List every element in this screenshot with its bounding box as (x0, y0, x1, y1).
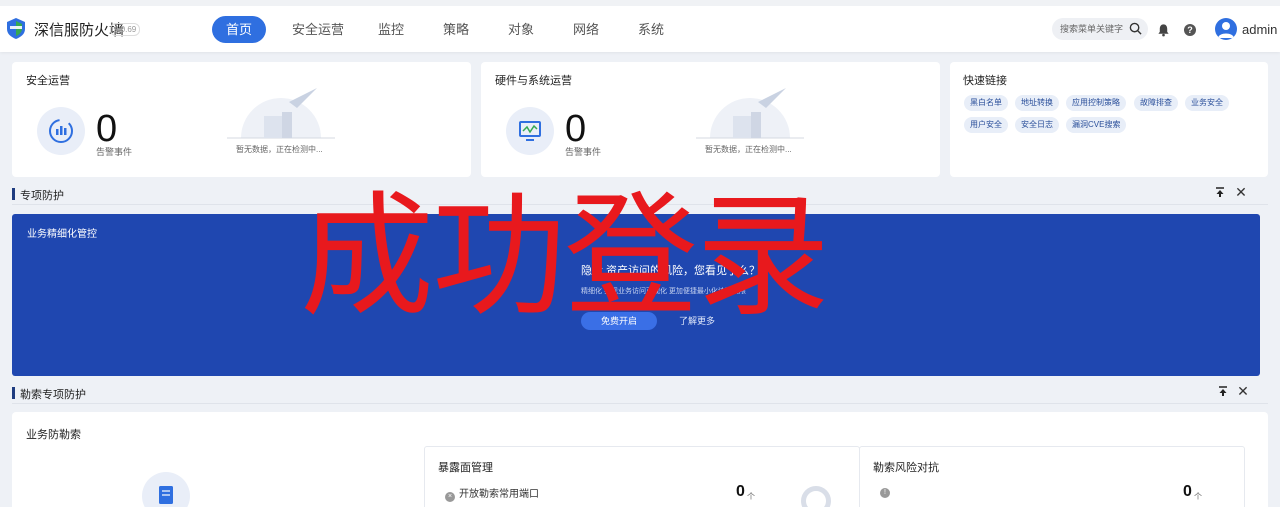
quick-link-business-security[interactable]: 业务安全 (1185, 95, 1229, 111)
risk-panel: 勒索风险对抗 ! 0 个 (859, 446, 1245, 507)
row-label: 开放勒索常用端口 (459, 489, 539, 500)
version-badge: 8.0.69 (110, 23, 141, 36)
section-marker (12, 188, 15, 200)
quick-link-app-control[interactable]: 应用控制策略 (1066, 95, 1126, 111)
section-marker (12, 387, 15, 399)
risk-count: 0 (1183, 483, 1192, 500)
pin-top-icon[interactable] (1216, 385, 1230, 399)
ransomware-card: 业务防勒索 暴露面管理 × 开放勒索常用端口 0 个 勒索风险对抗 ! 0 个 (12, 412, 1268, 507)
help-icon[interactable]: ? (1184, 24, 1196, 36)
quick-link-security-log[interactable]: 安全日志 (1015, 117, 1059, 133)
section-title: 专项防护 (20, 190, 64, 202)
exposure-unit: 个 (747, 492, 755, 501)
alert-label: 告警事件 (565, 147, 602, 157)
top-bar: 深信服防火墙 8.0.69 首页 安全运营 监控 策略 对象 网络 系统 搜索菜… (0, 0, 1280, 52)
risk-unit: 个 (1194, 492, 1202, 501)
nav-system[interactable]: 系统 (638, 16, 664, 43)
empty-illustration (227, 88, 335, 139)
close-icon[interactable]: ✕ (1236, 383, 1250, 399)
quick-links-title: 快速链接 (963, 75, 1007, 87)
nav-home[interactable]: 首页 (212, 16, 266, 43)
logo-icon (7, 18, 25, 39)
exposure-count: 0 (736, 483, 745, 500)
nav-policy[interactable]: 策略 (443, 16, 469, 43)
nav-object[interactable]: 对象 (508, 16, 534, 43)
login-success-overlay: 成功登录 (300, 179, 830, 335)
quick-link-nat[interactable]: 地址转换 (1015, 95, 1059, 111)
alert-count: 0 (96, 108, 118, 150)
quick-links-card: 快速链接 黑白名单 地址转换 应用控制策略 故障排查 业务安全 用户安全 安全日… (950, 62, 1268, 177)
empty-text: 暂无数据，正在检测中... (705, 145, 792, 154)
quick-link-troubleshoot[interactable]: 故障排查 (1134, 95, 1178, 111)
alert-count: 0 (565, 108, 587, 150)
search-icon[interactable] (1129, 22, 1142, 35)
section-title: 勒索专项防护 (20, 389, 86, 401)
avatar[interactable] (1215, 18, 1237, 40)
nav-network[interactable]: 网络 (573, 16, 599, 43)
panel-title: 勒索风险对抗 (873, 462, 939, 474)
card-title: 硬件与系统运营 (495, 75, 572, 87)
document-icon (142, 472, 190, 507)
open-ports-row[interactable]: × 开放勒索常用端口 (445, 485, 539, 502)
card-title: 安全运营 (26, 75, 70, 87)
status-circle-icon: ! (880, 488, 890, 498)
hardware-ops-card: 硬件与系统运营 0 告警事件 暂无数据，正在检测中... (481, 62, 940, 177)
empty-text: 暂无数据，正在检测中... (236, 145, 323, 154)
risk-row[interactable]: ! (880, 485, 894, 498)
alert-icon (37, 107, 85, 155)
quick-link-user-security[interactable]: 用户安全 (964, 117, 1008, 133)
quick-link-blacklist[interactable]: 黑白名单 (964, 95, 1008, 111)
pin-top-icon[interactable] (1213, 186, 1227, 200)
quick-link-cve-search[interactable]: 漏洞CVE搜索 (1066, 117, 1127, 133)
card-title: 业务防勒索 (26, 429, 81, 441)
nav-security-ops[interactable]: 安全运营 (292, 16, 344, 43)
empty-illustration (696, 88, 804, 139)
panel-title: 暴露面管理 (438, 462, 493, 474)
username[interactable]: admin (1242, 22, 1277, 37)
ring-chart (801, 486, 831, 507)
user-icon (1218, 22, 1234, 38)
close-icon[interactable]: ✕ (1234, 184, 1248, 200)
nav-monitor[interactable]: 监控 (378, 16, 404, 43)
close-circle-icon: × (445, 492, 455, 502)
monitor-icon (506, 107, 554, 155)
search-placeholder: 搜索菜单关键字 (1060, 24, 1124, 34)
bell-icon[interactable] (1157, 23, 1170, 37)
exposure-panel: 暴露面管理 × 开放勒索常用端口 0 个 (424, 446, 860, 507)
ransomware-header: 勒索专项防护 ✕ (12, 383, 1268, 404)
banner-title: 业务精细化管控 (27, 229, 97, 240)
search-input[interactable]: 搜索菜单关键字 (1052, 18, 1148, 40)
divider (12, 403, 1268, 404)
security-ops-card: 安全运营 0 告警事件 暂无数据，正在检测中... (12, 62, 471, 177)
alert-label: 告警事件 (96, 147, 133, 157)
